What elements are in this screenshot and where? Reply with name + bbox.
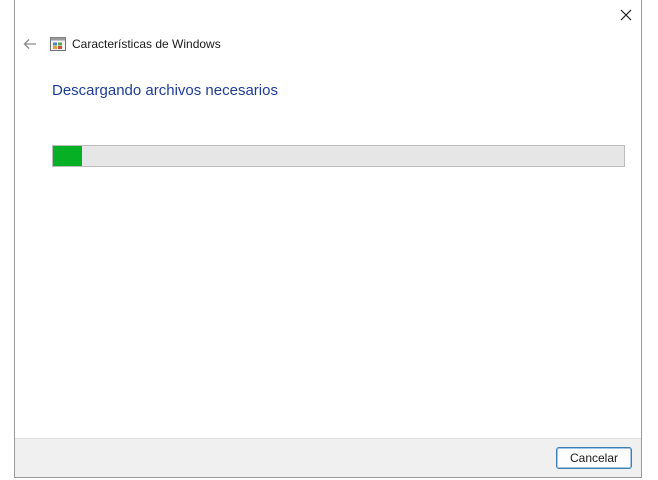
dialog-footer: Cancelar <box>15 438 641 477</box>
back-button[interactable] <box>16 30 44 58</box>
cancel-button[interactable]: Cancelar <box>556 447 632 469</box>
windows-features-icon <box>50 37 66 51</box>
close-button[interactable] <box>611 0 641 30</box>
dialog-header: Características de Windows <box>15 30 221 58</box>
window-title: Características de Windows <box>72 37 221 51</box>
main-instruction: Descargando archivos necesarios <box>52 82 278 99</box>
progress-bar <box>52 145 625 167</box>
dialog-window: Características de Windows Descargando a… <box>14 0 642 478</box>
arrow-left-icon <box>23 39 36 49</box>
progress-fill <box>53 146 82 166</box>
close-icon <box>620 9 632 21</box>
